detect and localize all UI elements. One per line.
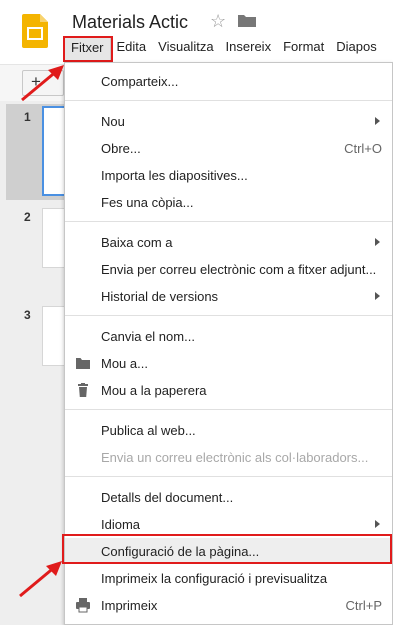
menu-item-open[interactable]: Obre... Ctrl+O bbox=[65, 135, 392, 161]
menu-divider bbox=[65, 221, 392, 222]
menu-item-label: Imprimeix bbox=[101, 598, 158, 613]
menu-item-label: Envia per correu electrònic com a fitxer… bbox=[101, 262, 377, 277]
submenu-arrow-icon bbox=[375, 292, 380, 300]
folder-icon bbox=[76, 358, 90, 369]
menu-item-label: Historial de versions bbox=[101, 289, 219, 304]
menu-item-print[interactable]: Imprimeix Ctrl+P bbox=[65, 592, 392, 618]
menu-item-document-details[interactable]: Detalls del document... bbox=[65, 484, 392, 510]
annotation-arrow-icon bbox=[19, 561, 62, 598]
menu-item-version-history[interactable]: Historial de versions bbox=[65, 283, 392, 309]
menu-item-publish-web[interactable]: Publica al web... bbox=[65, 417, 392, 443]
shortcut-label: Ctrl+O bbox=[344, 141, 382, 156]
menu-item-label: Envia un correu electrònic als col·labor… bbox=[101, 450, 369, 465]
submenu-arrow-icon bbox=[375, 117, 380, 125]
menu-item-label: Nou bbox=[101, 114, 125, 129]
menu-item-print-settings-preview[interactable]: Imprimeix la configuració i previsualitz… bbox=[65, 565, 392, 591]
menu-item-label: Comparteix... bbox=[101, 74, 179, 89]
menu-item-label: Mou a... bbox=[101, 356, 148, 371]
slide-number: 1 bbox=[24, 110, 31, 124]
menu-item-label: Obre... bbox=[101, 141, 141, 156]
menu-item-make-copy[interactable]: Fes una còpia... bbox=[65, 189, 392, 215]
menu-divider bbox=[65, 100, 392, 101]
slide-thumbnail[interactable] bbox=[42, 106, 66, 196]
menu-item-import-slides[interactable]: Importa les diapositives... bbox=[65, 162, 392, 188]
slide-number: 2 bbox=[24, 210, 31, 224]
menu-item-label: Imprimeix la configuració i previsualitz… bbox=[101, 571, 328, 586]
menu-diapos[interactable]: Diapos bbox=[330, 37, 382, 59]
menu-visualitza[interactable]: Visualitza bbox=[152, 37, 219, 59]
menu-divider bbox=[65, 315, 392, 316]
slide-thumbnail[interactable] bbox=[42, 208, 66, 268]
menu-item-label: Idioma bbox=[101, 517, 141, 532]
fitxer-highlight-box bbox=[63, 36, 113, 62]
menu-item-label: Fes una còpia... bbox=[101, 195, 194, 210]
menu-insereix[interactable]: Insereix bbox=[220, 37, 278, 59]
trash-icon bbox=[78, 383, 88, 397]
annotation-arrow-icon bbox=[21, 65, 64, 102]
menu-divider bbox=[65, 409, 392, 410]
menu-format[interactable]: Format bbox=[277, 37, 330, 59]
slide-thumbnail[interactable] bbox=[42, 306, 66, 366]
menu-item-label: Mou a la paperera bbox=[101, 383, 207, 398]
menu-item-new[interactable]: Nou bbox=[65, 108, 392, 134]
menu-item-label: Baixa com a bbox=[101, 235, 173, 250]
folder-icon[interactable] bbox=[238, 14, 256, 28]
star-outline-icon[interactable]: ☆ bbox=[210, 11, 226, 32]
menu-item-label: Importa les diapositives... bbox=[101, 168, 248, 183]
menu-item-move-to-trash[interactable]: Mou a la paperera bbox=[65, 377, 392, 403]
menu-item-email-attachment[interactable]: Envia per correu electrònic com a fitxer… bbox=[65, 256, 392, 282]
shortcut-label: Ctrl+P bbox=[345, 598, 382, 613]
submenu-arrow-icon bbox=[375, 238, 380, 246]
menu-item-share[interactable]: Comparteix... bbox=[65, 68, 392, 94]
menu-item-move-to[interactable]: Mou a... bbox=[65, 350, 392, 376]
menu-item-download-as[interactable]: Baixa com a bbox=[65, 229, 392, 255]
app-header: Materials Actic ☆ Fitxer Edita Visualitz… bbox=[0, 0, 393, 64]
menu-item-email-collaborators: Envia un correu electrònic als col·labor… bbox=[65, 444, 392, 470]
menu-item-label: Publica al web... bbox=[101, 423, 196, 438]
slide-number: 3 bbox=[24, 308, 31, 322]
document-title[interactable]: Materials Actic bbox=[72, 12, 188, 33]
menu-divider bbox=[65, 476, 392, 477]
printer-icon bbox=[76, 598, 90, 613]
page-setup-highlight-box bbox=[62, 534, 392, 564]
menu-edita[interactable]: Edita bbox=[111, 37, 153, 59]
submenu-arrow-icon bbox=[375, 520, 380, 528]
menu-item-rename[interactable]: Canvia el nom... bbox=[65, 323, 392, 349]
menu-item-label: Canvia el nom... bbox=[101, 329, 195, 344]
slides-logo-icon[interactable] bbox=[22, 14, 48, 48]
menu-item-label: Detalls del document... bbox=[101, 490, 234, 505]
